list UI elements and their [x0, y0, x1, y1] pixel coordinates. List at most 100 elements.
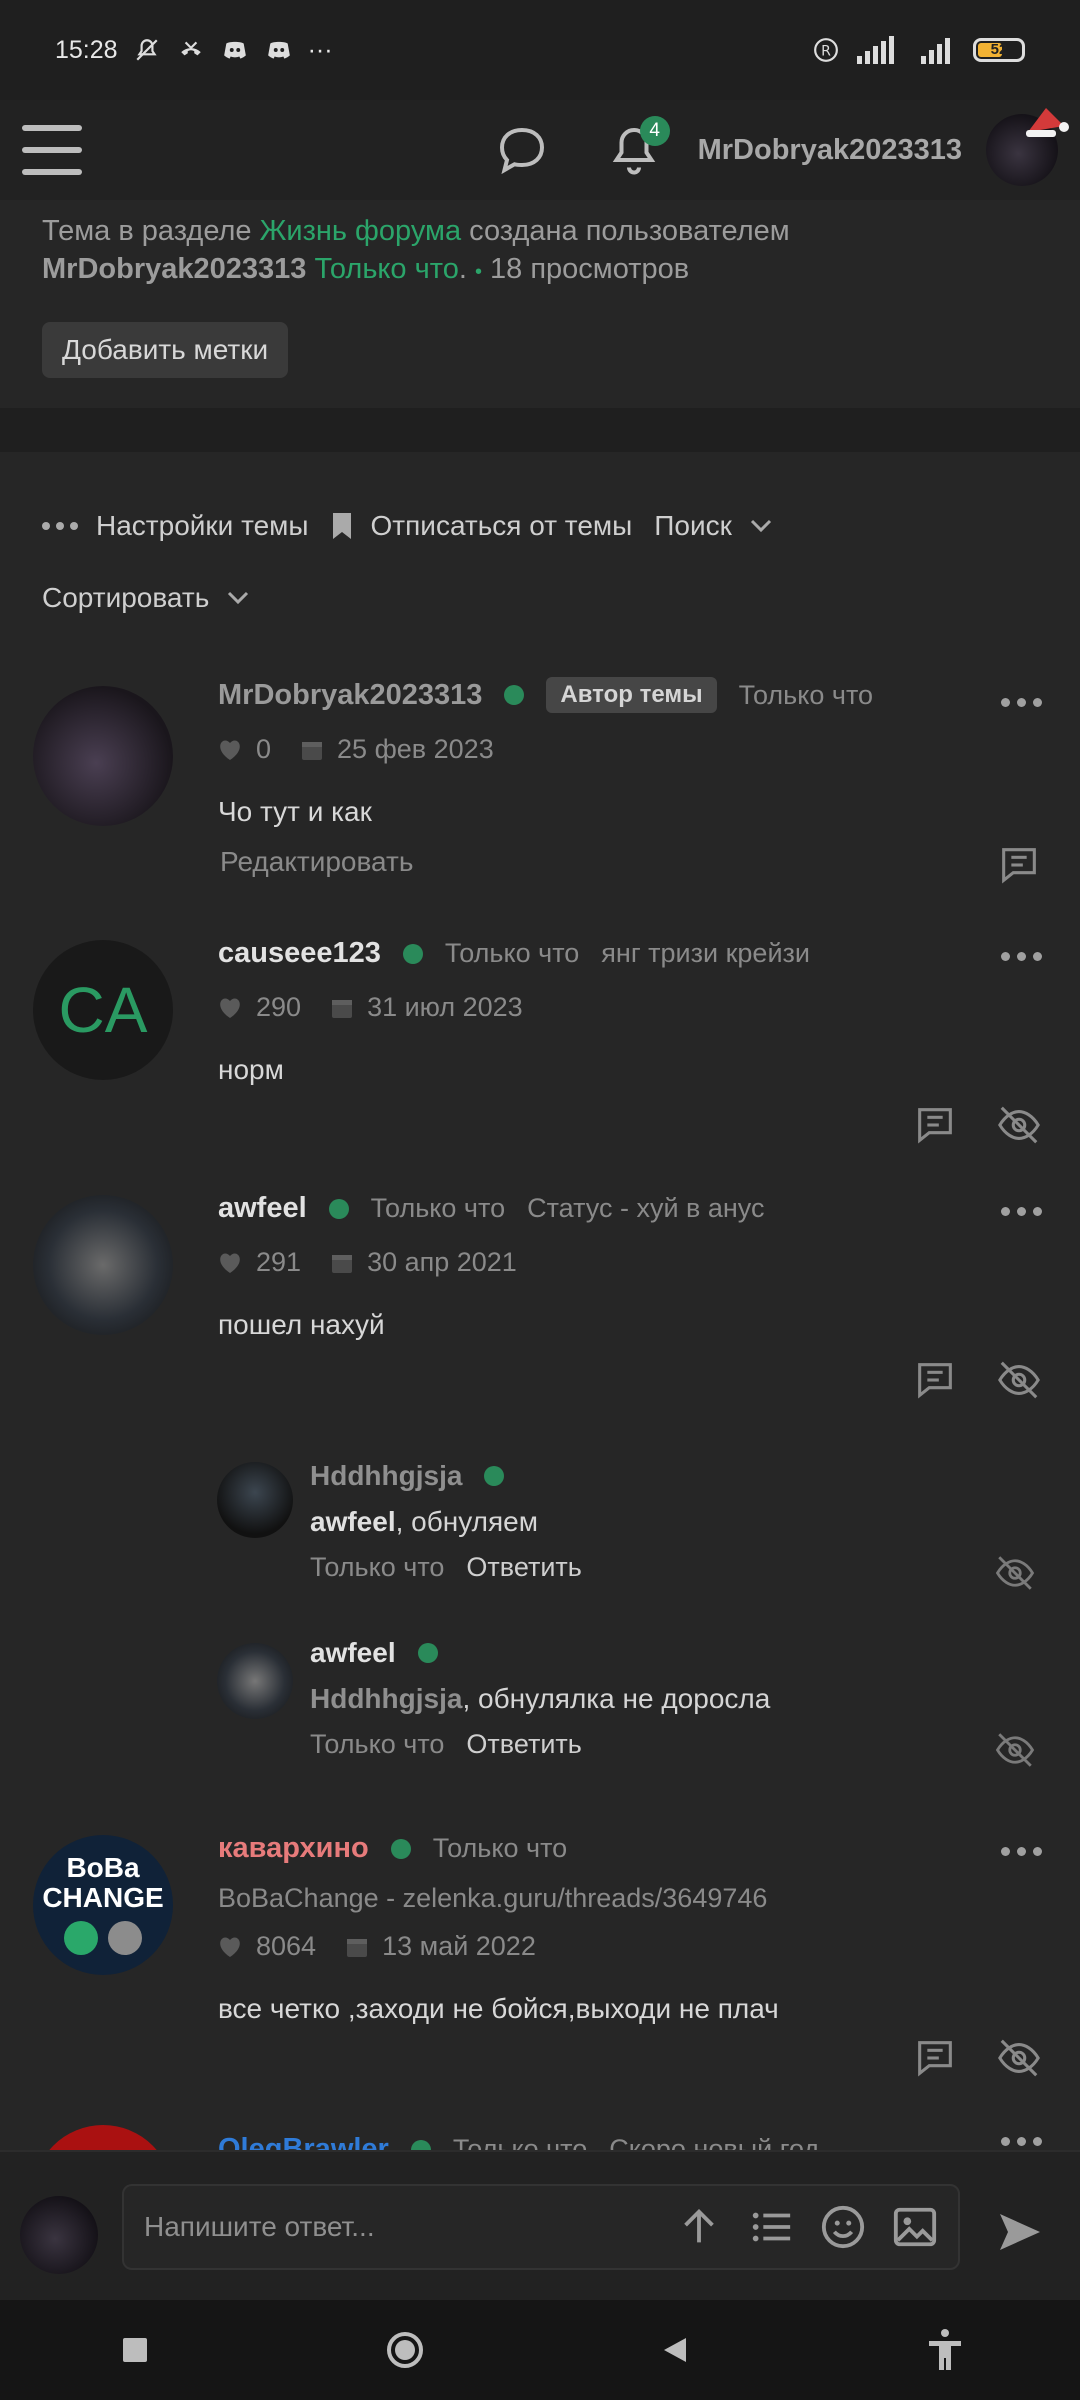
top-navigation: 4 MrDobryak2023313 [0, 100, 1080, 200]
post-author[interactable]: causeee123 [218, 937, 381, 970]
views-count: 18 просмотров [490, 253, 690, 285]
unsubscribe-button[interactable]: Отписаться от темы [331, 510, 632, 542]
reply-composer [0, 2150, 1080, 2300]
chat-icon[interactable] [492, 120, 552, 180]
reply-button[interactable]: Ответить [466, 1729, 581, 1759]
online-indicator [504, 685, 525, 705]
recents-button[interactable] [111, 2326, 159, 2374]
back-button[interactable] [651, 2326, 699, 2374]
mention-link[interactable]: Hddhhgjsja [310, 1683, 462, 1714]
more-options-icon[interactable] [1001, 1207, 1042, 1216]
hide-eye-icon[interactable] [996, 1102, 1042, 1148]
avatar[interactable] [33, 2125, 173, 2150]
post-time[interactable]: Только что [739, 680, 873, 711]
section-link[interactable]: Жизнь форума [260, 215, 462, 247]
hide-eye-icon[interactable] [996, 2035, 1042, 2081]
clock: 15:28 [55, 35, 118, 64]
list-icon[interactable] [748, 2204, 794, 2250]
avatar[interactable]: BoBa CHANGE [33, 1835, 173, 1975]
coin-icon [64, 1921, 98, 1955]
reply-author[interactable]: awfeel [310, 1637, 396, 1669]
more-options-icon[interactable] [1001, 1847, 1042, 1856]
accessibility-button[interactable] [921, 2326, 969, 2374]
hide-eye-icon[interactable] [996, 1357, 1042, 1403]
notifications-button[interactable]: 4 [604, 116, 670, 180]
thread-settings-button[interactable]: Настройки темы [42, 510, 309, 542]
reply-input[interactable] [144, 2211, 676, 2243]
avatar[interactable] [33, 686, 173, 826]
avatar[interactable] [217, 1643, 293, 1719]
signal-icon [857, 36, 894, 64]
battery-icon: 52 [973, 38, 1025, 62]
mention-link[interactable]: awfeel [310, 1506, 396, 1537]
reply-comment-icon[interactable] [996, 842, 1042, 888]
online-indicator [410, 2139, 431, 2150]
post-time[interactable]: Только что [453, 2134, 587, 2150]
more-options-icon[interactable] [1001, 2137, 1042, 2146]
reply-comment-icon[interactable] [912, 1357, 958, 1403]
divider [0, 408, 1080, 452]
discord-icon-2 [267, 41, 290, 59]
online-indicator [417, 1643, 438, 1663]
missed-call-icon [180, 41, 201, 56]
register-date: 30 апр 2021 [367, 1247, 517, 1277]
home-button[interactable] [381, 2326, 429, 2374]
hide-eye-icon[interactable] [994, 1552, 1036, 1594]
post-time[interactable]: Только что [445, 938, 579, 969]
thread-actions: Настройки темы Отписаться от темы Поиск [42, 510, 794, 542]
more-notifications: ··· [307, 35, 333, 64]
chevron-down-icon [750, 519, 771, 533]
online-indicator [402, 943, 423, 964]
reply-time[interactable]: Только что [310, 1729, 444, 1759]
likes-count: 290 [256, 992, 302, 1022]
sort-dropdown[interactable]: Сортировать [42, 582, 249, 614]
reply-box [122, 2184, 960, 2270]
thread-author[interactable]: MrDobryak2023313 [42, 253, 306, 285]
post-author[interactable]: awfeel [218, 1192, 307, 1225]
calendar-icon [302, 741, 323, 760]
reply-comment-icon[interactable] [912, 1102, 958, 1148]
more-options-icon[interactable] [1001, 698, 1042, 707]
avatar[interactable]: CA [33, 940, 173, 1080]
online-indicator [328, 1198, 349, 1219]
more-options-icon[interactable] [1001, 952, 1042, 961]
likes-count: 291 [256, 1247, 302, 1277]
thread-time[interactable]: Только что [314, 253, 458, 285]
add-tags-button[interactable]: Добавить метки [42, 322, 289, 378]
system-navigation [0, 2300, 1080, 2400]
avatar[interactable] [217, 1462, 293, 1538]
post-time[interactable]: Только что [371, 1193, 505, 1224]
chevron-down-icon [228, 591, 249, 605]
post-author[interactable]: MrDobryak2023313 [218, 679, 482, 712]
avatar[interactable] [986, 108, 1069, 186]
heart-icon [220, 1937, 240, 1957]
online-indicator [484, 1466, 505, 1486]
hide-eye-icon[interactable] [994, 1729, 1036, 1771]
reply-comment-icon[interactable] [912, 2035, 958, 2081]
avatar[interactable] [33, 1195, 173, 1335]
avatar-text-line1: BoBa [66, 1852, 140, 1883]
post-author[interactable]: OlegBrawler [218, 2133, 389, 2150]
search-dropdown[interactable]: Поиск [654, 510, 772, 542]
calendar-icon [347, 1938, 368, 1957]
avatar[interactable] [20, 2196, 98, 2274]
santa-hat-icon [1026, 108, 1069, 137]
reply-button[interactable]: Ответить [466, 1552, 581, 1582]
post-text: пошел нахуй [218, 1309, 385, 1340]
nav-username[interactable]: MrDobryak2023313 [698, 134, 962, 167]
post-time[interactable]: Только что [433, 1833, 567, 1864]
reply-time[interactable]: Только что [310, 1552, 444, 1582]
edit-link[interactable]: Редактировать [220, 846, 413, 878]
emoji-icon[interactable] [820, 2204, 866, 2250]
send-icon[interactable] [996, 2208, 1044, 2256]
more-dots-icon [42, 522, 78, 530]
reply-author[interactable]: Hddhhgjsja [310, 1460, 462, 1492]
user-status: янг тризи крейзи [601, 938, 810, 968]
menu-icon[interactable] [22, 125, 82, 175]
calendar-icon [332, 1254, 353, 1273]
image-icon[interactable] [892, 2204, 938, 2250]
bookmark-icon [332, 513, 351, 539]
arrow-up-icon[interactable] [676, 2204, 722, 2250]
post-author[interactable]: кавархино [218, 1832, 369, 1865]
reply-text: , обнуляем [395, 1506, 538, 1537]
